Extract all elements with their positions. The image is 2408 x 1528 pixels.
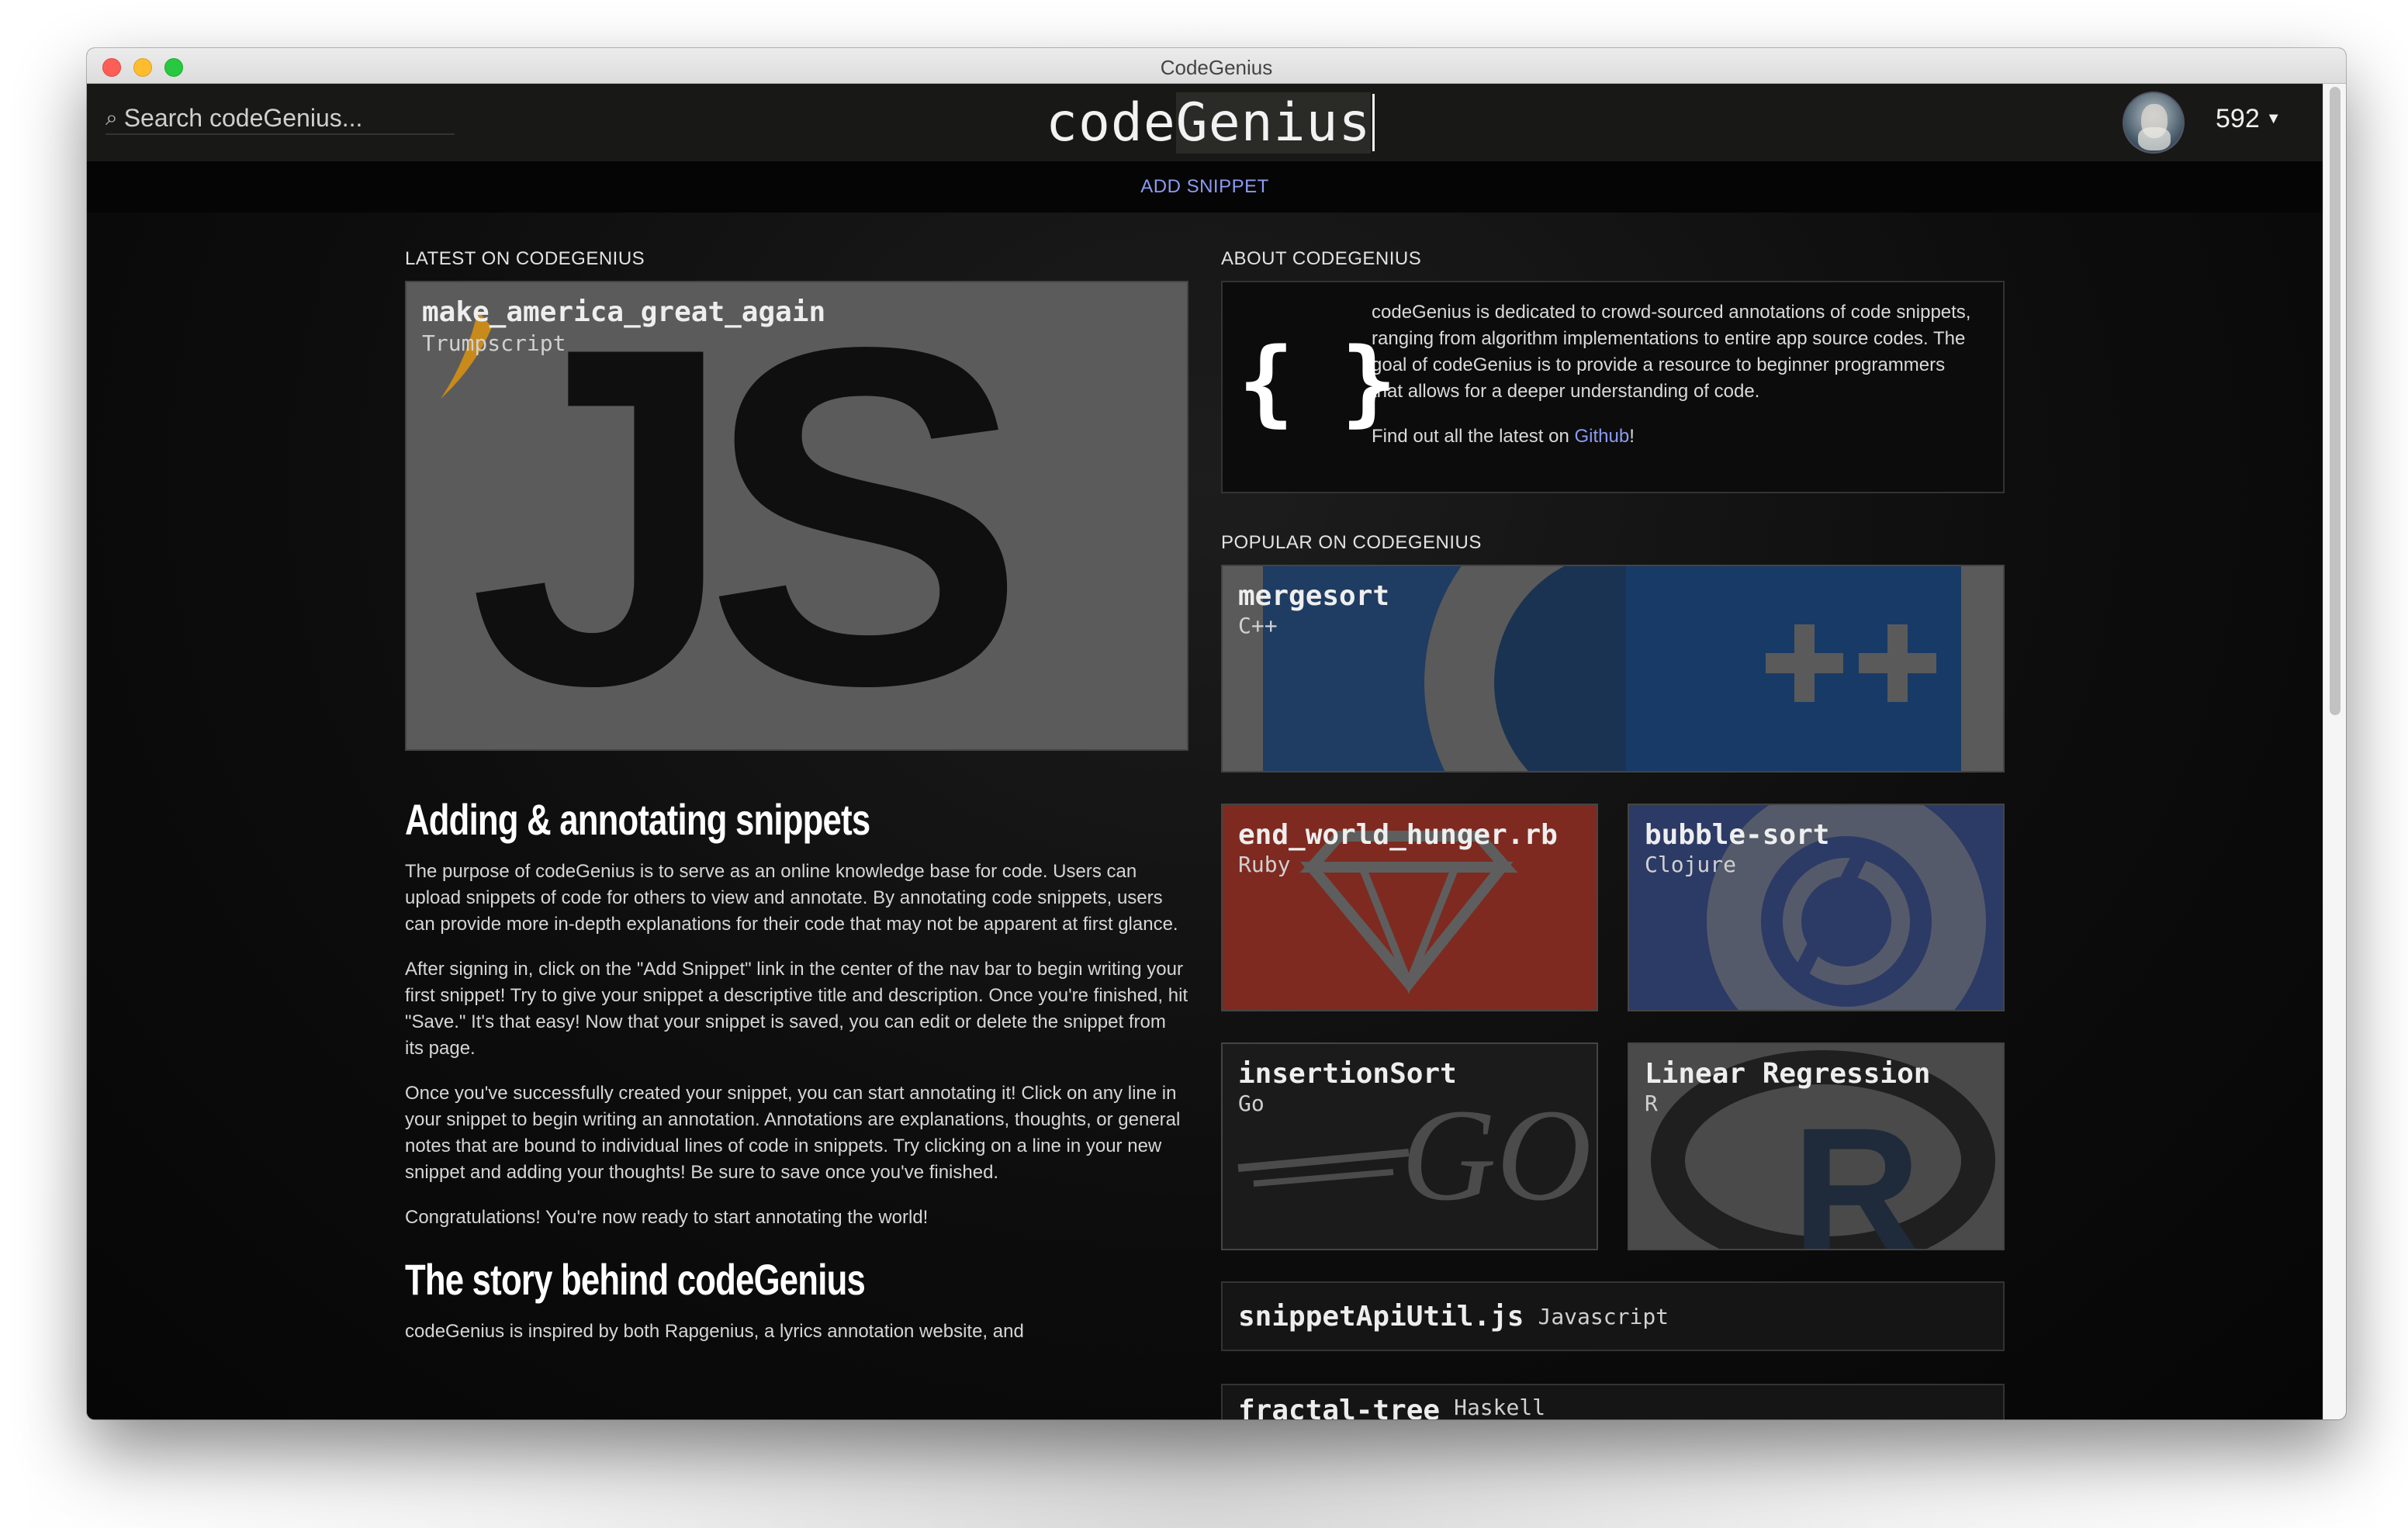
go-logo-text: GO <box>1401 1082 1592 1228</box>
about-box: { } codeGenius is dedicated to crowd-sou… <box>1221 281 2005 493</box>
popular-title-clojure: bubble-sort <box>1645 819 1830 851</box>
popular-title-mergesort: mergesort <box>1238 580 1390 612</box>
about-find-prefix: Find out all the latest on <box>1372 426 1575 447</box>
search-icon: ⌕ <box>106 105 118 130</box>
list-item-title: snippetApiUtil.js <box>1238 1300 1524 1333</box>
top-navbar: ⌕ codeGenius 592 ▼ <box>87 84 2323 161</box>
latest-snippet-card[interactable]: JS make_america_great_again Trumpscript <box>405 281 1188 751</box>
article-paragraph-story: codeGenius is inspired by both Rapgenius… <box>405 1321 1024 1342</box>
popular-language-go: Go <box>1238 1091 1265 1116</box>
user-points: 592 <box>2216 104 2260 133</box>
popular-language-clojure: Clojure <box>1645 852 1737 877</box>
window-title: CodeGenius <box>1160 56 1273 79</box>
popular-list-item-fractal-tree[interactable]: fractal-tree Haskell <box>1221 1384 2005 1419</box>
list-item-title: fractal-tree <box>1238 1395 1441 1419</box>
left-column: LATEST ON CODEGENIUS JS make_america_gre… <box>405 248 1188 1364</box>
about-heading: ABOUT CODEGENIUS <box>1221 248 1422 269</box>
page-viewport: ⌕ codeGenius 592 ▼ ADD SNIPPET LATEST ON… <box>87 84 2323 1419</box>
scrollbar-thumb[interactable] <box>2330 87 2341 715</box>
article-paragraph-3: Once you've successfully created your sn… <box>405 1083 1181 1183</box>
logo-cursor <box>1372 94 1375 151</box>
list-item-language: Javascript <box>1538 1303 1669 1329</box>
popular-card-r[interactable]: R Linear Regression R <box>1628 1042 2005 1250</box>
about-github-line: Find out all the latest on Github! <box>1372 423 1980 450</box>
about-find-suffix: ! <box>1629 426 1635 447</box>
article-paragraph-4: Congratulations! You're now ready to sta… <box>405 1207 929 1228</box>
braces-icon: { } <box>1238 329 1397 437</box>
article-paragraph-1: The purpose of codeGenius is to serve as… <box>405 861 1178 935</box>
caret-down-icon: ▼ <box>2265 110 2282 127</box>
github-link[interactable]: Github <box>1575 426 1630 447</box>
scrollbar[interactable] <box>2323 84 2346 1419</box>
list-item-language: Haskell <box>1454 1395 1546 1419</box>
right-column: ABOUT CODEGENIUS { } codeGenius is dedic… <box>1221 248 2005 1419</box>
add-snippet-link[interactable]: ADD SNIPPET <box>1140 176 1269 198</box>
latest-snippet-language: Trumpscript <box>422 330 566 356</box>
article-heading-story: The story behind codeGenius <box>405 1255 866 1304</box>
popular-card-mergesort[interactable]: mergesort C++ <box>1221 565 2005 773</box>
popular-title-go: insertionSort <box>1238 1058 1457 1090</box>
about-text: codeGenius is dedicated to crowd-sourced… <box>1372 302 1971 402</box>
article-paragraph-2: After signing in, click on the "Add Snip… <box>405 959 1188 1059</box>
popular-card-ruby[interactable]: end_world_hunger.rb Ruby <box>1221 804 1598 1011</box>
avatar-beard <box>2138 127 2171 150</box>
popular-card-go[interactable]: GO insertionSort Go <box>1221 1042 1598 1250</box>
popular-language-ruby: Ruby <box>1238 852 1291 877</box>
logo-text-genius: Genius <box>1175 92 1372 154</box>
popular-language-mergesort: C++ <box>1238 613 1278 638</box>
user-points-menu[interactable]: 592 ▼ <box>2216 104 2282 134</box>
popular-title-ruby: end_world_hunger.rb <box>1238 819 1558 851</box>
latest-heading: LATEST ON CODEGENIUS <box>405 248 645 269</box>
popular-grid: end_world_hunger.rb Ruby bubble-sort Clo… <box>1221 804 2005 1250</box>
popular-list-item-snippetapiutil[interactable]: snippetApiUtil.js Javascript <box>1221 1281 2005 1351</box>
site-logo[interactable]: code Genius <box>1046 92 1375 154</box>
window-titlebar: CodeGenius <box>87 48 2346 84</box>
avatar[interactable] <box>2123 92 2185 154</box>
latest-snippet-title: make_america_great_again <box>422 296 826 328</box>
search-input[interactable] <box>123 103 434 133</box>
intro-article: Adding & annotating snippets The purpose… <box>405 794 1188 1345</box>
popular-card-clojure[interactable]: bubble-sort Clojure <box>1628 804 2005 1011</box>
popular-language-r: R <box>1645 1091 1658 1116</box>
r-logo-text: R <box>1792 1091 1921 1250</box>
popular-title-r: Linear Regression <box>1645 1058 1931 1090</box>
popular-heading: POPULAR ON CODEGENIUS <box>1221 532 1482 553</box>
browser-window: CodeGenius ⌕ codeGenius 592 ▼ ADD SNIPPE… <box>87 48 2346 1419</box>
article-heading-adding: Adding & annotating snippets <box>405 795 870 844</box>
sub-navbar: ADD SNIPPET <box>87 161 2323 213</box>
search-bar: ⌕ <box>106 102 455 135</box>
logo-text-code: code <box>1046 92 1176 154</box>
